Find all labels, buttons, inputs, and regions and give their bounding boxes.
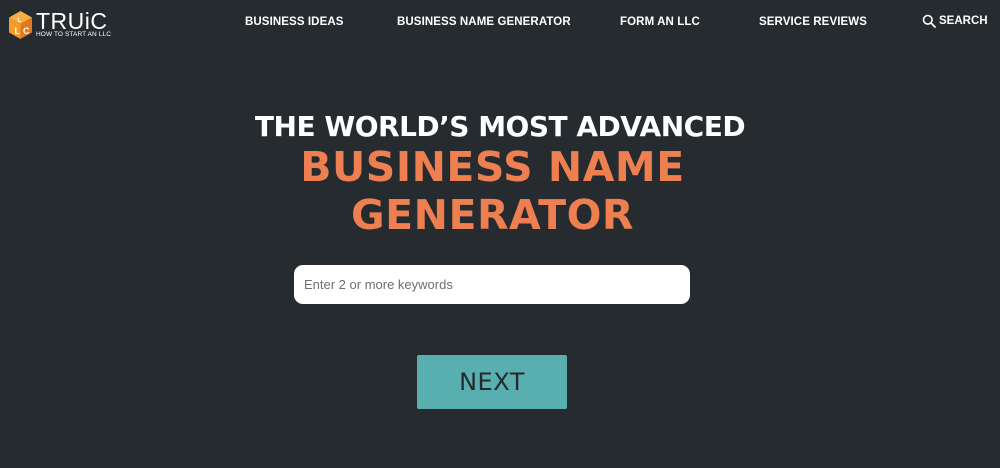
hero-title-line-1: BUSINESS NAME bbox=[300, 143, 685, 191]
svg-text:C: C bbox=[23, 26, 30, 36]
nav-form-an-llc[interactable]: FORM AN LLC bbox=[620, 16, 700, 28]
logo-tagline: HOW TO START AN LLC bbox=[36, 31, 111, 38]
nav-business-name-generator[interactable]: BUSINESS NAME GENERATOR bbox=[397, 16, 571, 28]
logo-link[interactable]: L C L TRUiC HOW TO START AN LLC bbox=[7, 9, 119, 41]
hero-title-line-2: GENERATOR bbox=[351, 191, 634, 239]
next-button[interactable]: NEXT bbox=[417, 355, 567, 409]
keywords-input[interactable] bbox=[294, 265, 690, 304]
hero-subtitle: THE WORLD’S MOST ADVANCED bbox=[254, 110, 746, 143]
cube-logo-icon: L C L bbox=[9, 11, 32, 39]
page: L C L TRUiC HOW TO START AN LLC BUSINESS… bbox=[0, 0, 1000, 468]
nav-service-reviews[interactable]: SERVICE REVIEWS bbox=[759, 16, 867, 28]
svg-text:L: L bbox=[18, 18, 22, 24]
nav-search-button[interactable]: SEARCH bbox=[922, 14, 988, 28]
nav-business-ideas[interactable]: BUSINESS IDEAS bbox=[245, 16, 344, 28]
svg-text:L: L bbox=[15, 26, 21, 36]
logo-wordmark: TRUiC bbox=[36, 8, 108, 34]
site-header: L C L TRUiC HOW TO START AN LLC BUSINESS… bbox=[0, 0, 1000, 46]
search-icon bbox=[922, 14, 936, 28]
nav-search-label: SEARCH bbox=[939, 15, 988, 27]
